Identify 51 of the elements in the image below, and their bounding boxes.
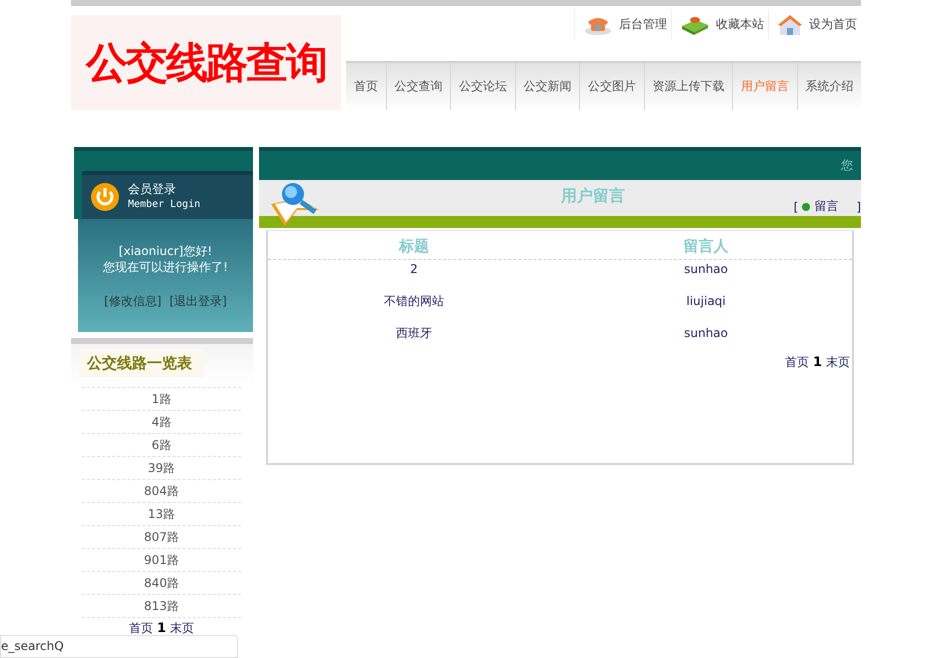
page-title: 用户留言: [561, 186, 625, 207]
first-page-link[interactable]: 首页: [784, 354, 809, 371]
nav-item[interactable]: 公交查询: [386, 63, 450, 110]
column-header: 留言人: [682, 236, 730, 257]
page-number: 1: [812, 355, 822, 370]
post-message-link[interactable]: 留言: [814, 198, 838, 215]
route-link[interactable]: 13路: [82, 503, 241, 526]
top-link[interactable]: 设为首页: [768, 10, 861, 40]
route-link[interactable]: 6路: [82, 434, 241, 457]
route-link[interactable]: 39路: [82, 457, 241, 480]
route-list-title: 公交线路一览表: [79, 350, 204, 377]
nav-item[interactable]: 公交图片: [579, 63, 644, 110]
table-cell: sunhao: [684, 326, 728, 340]
nav-item[interactable]: 公交论坛: [450, 63, 514, 110]
nav-item[interactable]: 公交新闻: [514, 63, 579, 110]
table-cell: 西班牙: [396, 326, 432, 340]
table-cell: sunhao: [684, 262, 728, 276]
route-link[interactable]: 804路: [82, 480, 241, 503]
route-link[interactable]: 840路: [82, 572, 241, 595]
login-title: 会员登录: [128, 181, 177, 197]
account-link[interactable]: [修改信息]: [104, 293, 162, 310]
last-page-link[interactable]: 末页: [170, 620, 194, 637]
route-link[interactable]: 1路: [82, 388, 241, 411]
table-cell: 不错的网站: [384, 294, 444, 308]
page-number: 1: [156, 621, 166, 636]
first-page-link[interactable]: 首页: [128, 620, 153, 637]
table-cell: liujiaqi: [686, 294, 726, 308]
bracket-text: [: [794, 200, 798, 214]
last-page-link[interactable]: 末页: [826, 354, 850, 371]
top-link[interactable]: 后台管理: [574, 10, 671, 40]
table-cell: 2: [410, 262, 418, 276]
route-link[interactable]: 807路: [82, 526, 241, 549]
nav-item[interactable]: 首页: [346, 63, 386, 110]
route-link[interactable]: 4路: [82, 411, 241, 434]
greeting-text: [xiaoniucr]您好!: [118, 243, 212, 259]
nav-item[interactable]: 系统介绍: [796, 63, 861, 110]
header-text: 您: [841, 157, 853, 174]
route-link[interactable]: 813路: [82, 595, 241, 618]
route-link[interactable]: 901路: [82, 549, 241, 572]
site-logo: 公交线路查询: [71, 15, 341, 110]
column-header: 标题: [398, 236, 430, 257]
status-message: 您现在可以进行操作了!: [103, 259, 228, 275]
nav-item[interactable]: 资源上传下载: [644, 63, 732, 110]
account-link[interactable]: [退出登录]: [170, 293, 227, 310]
status-bar: e_searchQ: [0, 635, 238, 658]
power-icon: [90, 182, 120, 212]
top-link[interactable]: 收藏本站: [671, 10, 768, 40]
login-subtitle: Member Login: [128, 198, 200, 212]
bullet-icon: [802, 202, 810, 210]
bracket-text: ]: [856, 200, 861, 214]
house-icon: [777, 12, 803, 37]
